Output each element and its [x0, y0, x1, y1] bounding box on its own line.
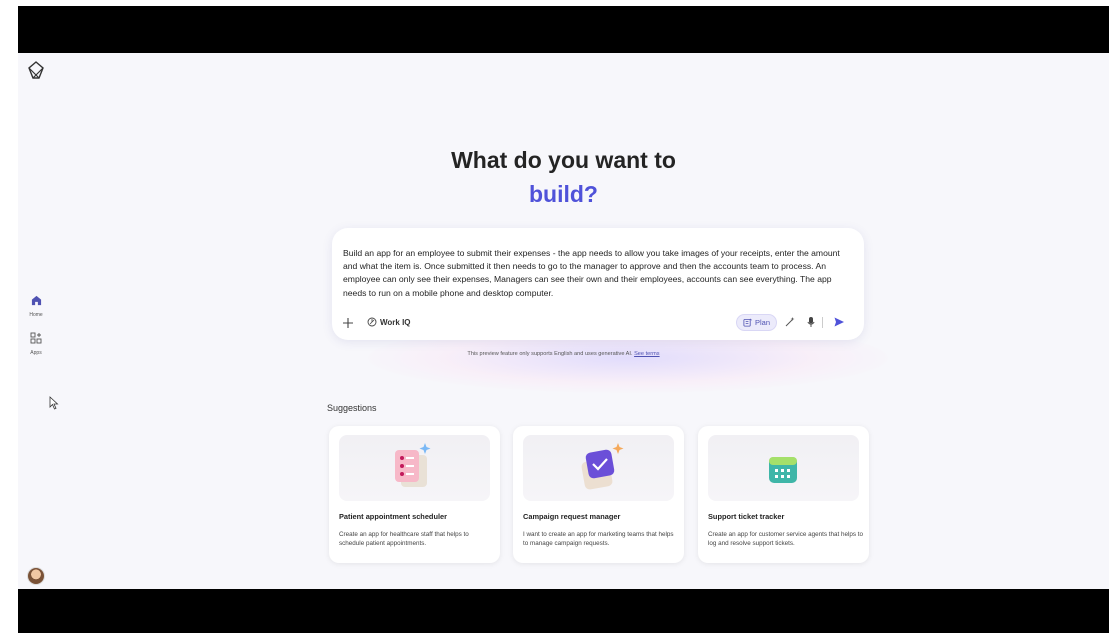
plan-label: Plan: [755, 318, 771, 327]
suggestions-heading: Suggestions: [327, 403, 377, 413]
left-rail: Home Apps: [18, 53, 59, 589]
add-attachment-button[interactable]: [342, 314, 354, 332]
prompt-card: Build an app for an employee to submit t…: [332, 228, 864, 340]
suggestion-card-campaign-manager[interactable]: Campaign request manager I want to creat…: [513, 426, 684, 563]
card-illustration: [339, 435, 490, 501]
app-window: Home Apps What do you want to build? Bui…: [18, 53, 1109, 589]
suggestion-card-ticket-tracker[interactable]: Support ticket tracker Create an app for…: [698, 426, 869, 563]
card-description: I want to create an app for marketing te…: [523, 531, 674, 547]
toolbar-divider: [822, 317, 823, 328]
plan-icon: [743, 318, 752, 327]
card-description: Create an app for customer service agent…: [708, 531, 864, 547]
disclaimer-text: This preview feature only supports Engli…: [467, 351, 633, 357]
card-illustration: [523, 435, 674, 501]
send-button[interactable]: [832, 315, 846, 329]
work-iq-button[interactable]: Work IQ: [367, 317, 411, 327]
letterbox-bottom: [18, 589, 1109, 633]
plus-icon: [343, 318, 353, 328]
card-description: Create an app for healthcare staff that …: [339, 531, 469, 547]
work-iq-icon: [367, 317, 377, 327]
card-illustration: [708, 435, 859, 501]
app-logo-icon[interactable]: [27, 61, 45, 79]
checklist-icon: [581, 443, 624, 490]
disclaimer: This preview feature only supports Engli…: [18, 351, 1109, 357]
prompt-toolbar: Work IQ Plan: [342, 314, 854, 332]
card-title: Patient appointment scheduler: [339, 512, 448, 521]
card-title: Campaign request manager: [523, 512, 621, 521]
user-avatar[interactable]: [27, 567, 45, 585]
see-terms-link[interactable]: See terms: [634, 351, 660, 357]
microphone-button[interactable]: [804, 315, 818, 329]
wand-icon: [785, 317, 795, 327]
plan-button[interactable]: Plan: [736, 314, 778, 331]
nav-home-label: Home: [29, 312, 43, 318]
work-iq-label: Work IQ: [380, 317, 411, 327]
nav-item-home[interactable]: Home: [22, 293, 50, 318]
page-title-line2: build?: [529, 181, 598, 207]
calendar-grid-icon: [769, 457, 797, 483]
suggestion-card-patient-scheduler[interactable]: Patient appointment scheduler Create an …: [329, 426, 500, 563]
card-title: Support ticket tracker: [708, 512, 785, 521]
mouse-cursor-icon: [49, 396, 59, 410]
send-icon: [834, 317, 844, 327]
page-title-line1: What do you want to: [451, 147, 676, 173]
letterbox-top: [18, 6, 1109, 53]
mic-icon: [807, 317, 815, 327]
home-icon: [31, 295, 41, 306]
apps-icon: [30, 332, 42, 344]
magic-wand-button[interactable]: [783, 315, 797, 329]
clipboard-list-icon: [395, 443, 431, 487]
prompt-input[interactable]: Build an app for an employee to submit t…: [343, 247, 855, 300]
